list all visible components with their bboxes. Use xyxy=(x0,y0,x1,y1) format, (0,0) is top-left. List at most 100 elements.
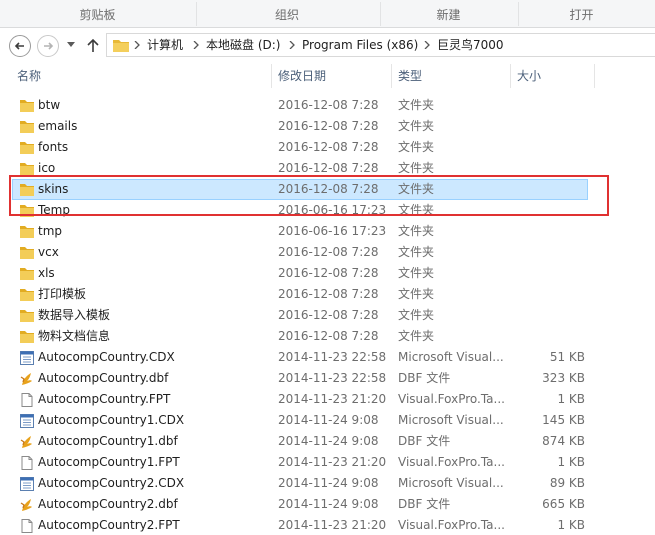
file-type: DBF 文件 xyxy=(398,434,451,448)
file-row[interactable]: AutocompCountry.FPT 2014-11-23 21:20 Visua… xyxy=(12,389,588,410)
file-name: vcx xyxy=(38,245,59,259)
ribbon-group-open[interactable]: 打开 xyxy=(519,0,644,28)
ribbon-group-organize[interactable]: 组织 xyxy=(197,0,377,28)
file-row[interactable]: AutocompCountry1.dbf 2014-11-24 9:08 DBF 文… xyxy=(12,431,588,452)
column-divider[interactable] xyxy=(391,64,392,88)
ribbon-group-new[interactable]: 新建 xyxy=(381,0,516,28)
file-row[interactable]: AutocompCountry2.dbf 2014-11-24 9:08 DBF 文… xyxy=(12,494,588,515)
breadcrumb-chevron-icon[interactable] xyxy=(134,41,140,49)
file-name: tmp xyxy=(38,224,63,238)
file-row[interactable]: 打印模板 2016-12-08 7:28 文件夹 xyxy=(12,284,588,305)
column-header-name[interactable]: 名称 xyxy=(17,62,41,88)
file-name: AutocompCountry.FPT xyxy=(38,392,171,406)
file-name: 物料文档信息 xyxy=(38,329,111,343)
back-button[interactable] xyxy=(9,35,31,57)
file-date: 2016-12-08 7:28 xyxy=(278,266,379,280)
folder-icon xyxy=(19,329,35,345)
file-row[interactable]: 物料文档信息 2016-12-08 7:28 文件夹 xyxy=(12,326,588,347)
file-name: AutocompCountry2.FPT xyxy=(38,518,180,532)
cdx-file-icon xyxy=(19,350,35,366)
file-date: 2016-12-08 7:28 xyxy=(278,245,379,259)
file-size: 89 KB xyxy=(549,476,585,490)
folder-icon xyxy=(19,119,35,135)
dbf-file-icon xyxy=(19,497,35,513)
column-header-size[interactable]: 大小 xyxy=(517,62,541,88)
file-date: 2014-11-24 9:08 xyxy=(278,434,379,448)
folder-icon xyxy=(113,40,129,52)
column-header-row: 名称 修改日期 类型 大小 xyxy=(0,62,655,88)
breadcrumb-chevron-icon[interactable] xyxy=(193,41,199,49)
file-row[interactable]: vcx 2016-12-08 7:28 文件夹 xyxy=(12,242,588,263)
file-name: AutocompCountry2.CDX xyxy=(38,476,185,490)
file-name: xls xyxy=(38,266,55,280)
file-row[interactable]: 数据导入模板 2016-12-08 7:28 文件夹 xyxy=(12,305,588,326)
column-header-date[interactable]: 修改日期 xyxy=(278,62,326,88)
file-type: 文件夹 xyxy=(398,224,435,238)
file-size xyxy=(513,138,585,157)
folder-icon xyxy=(19,266,35,282)
file-row[interactable]: AutocompCountry2.CDX 2014-11-24 9:08 Micro… xyxy=(12,473,588,494)
file-type: 文件夹 xyxy=(398,119,435,133)
file-row[interactable]: AutocompCountry1.FPT 2014-11-23 21:20 Visu… xyxy=(12,452,588,473)
file-size: 1 KB xyxy=(557,455,585,469)
breadcrumb-computer[interactable]: 计算机 xyxy=(147,34,183,56)
file-row[interactable]: AutocompCountry.dbf 2014-11-23 22:58 DBF 文… xyxy=(12,368,588,389)
column-divider[interactable] xyxy=(510,64,511,88)
file-name: fonts xyxy=(38,140,69,154)
file-type: 文件夹 xyxy=(398,245,435,259)
breadcrumb-program-files[interactable]: Program Files (x86) xyxy=(302,34,418,56)
file-name: AutocompCountry.dbf xyxy=(38,371,169,385)
file-size xyxy=(513,264,585,283)
file-type: Microsoft Visual... xyxy=(398,350,504,364)
forward-arrow-icon xyxy=(44,42,54,50)
file-row[interactable]: AutocompCountry.CDX 2014-11-23 22:58 Micro… xyxy=(12,347,588,368)
file-row[interactable]: btw 2016-12-08 7:28 文件夹 xyxy=(12,95,588,116)
file-row[interactable]: AutocompCountry2.FPT 2014-11-23 21:20 Visu… xyxy=(12,515,588,535)
column-header-type[interactable]: 类型 xyxy=(398,62,422,88)
breadcrumb-chevron-icon[interactable] xyxy=(289,41,295,49)
file-type: Visual.FoxPro.Ta... xyxy=(398,392,505,406)
cdx-file-icon xyxy=(19,413,35,429)
file-size xyxy=(513,222,585,241)
file-date: 2014-11-23 21:20 xyxy=(278,518,387,532)
file-date: 2016-12-08 7:28 xyxy=(278,308,379,322)
file-type: 文件夹 xyxy=(398,140,435,154)
file-size: 145 KB xyxy=(542,413,585,427)
folder-icon xyxy=(19,98,35,114)
file-name: btw xyxy=(38,98,61,112)
breadcrumb-local-disk[interactable]: 本地磁盘 (D:) xyxy=(206,34,280,56)
file-row[interactable]: fonts 2016-12-08 7:28 文件夹 xyxy=(12,137,588,158)
column-divider[interactable] xyxy=(271,64,272,88)
file-type: 文件夹 xyxy=(398,98,435,112)
file-date: 2016-12-08 7:28 xyxy=(278,98,379,112)
file-date: 2016-06-16 17:23 xyxy=(278,224,387,238)
file-name: AutocompCountry1.CDX xyxy=(38,413,185,427)
forward-button[interactable] xyxy=(37,35,59,57)
file-row[interactable]: tmp 2016-06-16 17:23 文件夹 xyxy=(12,221,588,242)
address-bar[interactable]: 计算机 本地磁盘 (D:) Program Files (x86) 巨灵鸟700… xyxy=(106,33,655,57)
file-type: Visual.FoxPro.Ta... xyxy=(398,518,505,532)
file-size: 1 KB xyxy=(557,392,585,406)
file-size: 51 KB xyxy=(549,350,585,364)
folder-icon xyxy=(19,224,35,240)
file-row[interactable]: AutocompCountry1.CDX 2014-11-24 9:08 Micro… xyxy=(12,410,588,431)
file-date: 2014-11-24 9:08 xyxy=(278,413,379,427)
ribbon-group-clipboard[interactable]: 剪贴板 xyxy=(0,0,195,28)
file-row[interactable]: emails 2016-12-08 7:28 文件夹 xyxy=(12,116,588,137)
breadcrumb-chevron-icon[interactable] xyxy=(424,41,430,49)
column-divider[interactable] xyxy=(594,64,595,88)
navigation-bar: 计算机 本地磁盘 (D:) Program Files (x86) 巨灵鸟700… xyxy=(0,28,655,62)
up-arrow-icon[interactable] xyxy=(86,37,100,53)
folder-icon xyxy=(19,140,35,156)
breadcrumb-current-folder[interactable]: 巨灵鸟7000 xyxy=(437,34,504,56)
folder-icon xyxy=(19,245,35,261)
highlight-annotation xyxy=(9,175,609,216)
file-name: AutocompCountry1.FPT xyxy=(38,455,180,469)
file-size xyxy=(513,117,585,136)
file-row[interactable]: xls 2016-12-08 7:28 文件夹 xyxy=(12,263,588,284)
recent-locations-chevron-down-icon[interactable] xyxy=(67,42,75,48)
file-name: AutocompCountry.CDX xyxy=(38,350,175,364)
file-date: 2014-11-23 21:20 xyxy=(278,455,387,469)
file-size: 1 KB xyxy=(557,518,585,532)
file-type: DBF 文件 xyxy=(398,371,451,385)
